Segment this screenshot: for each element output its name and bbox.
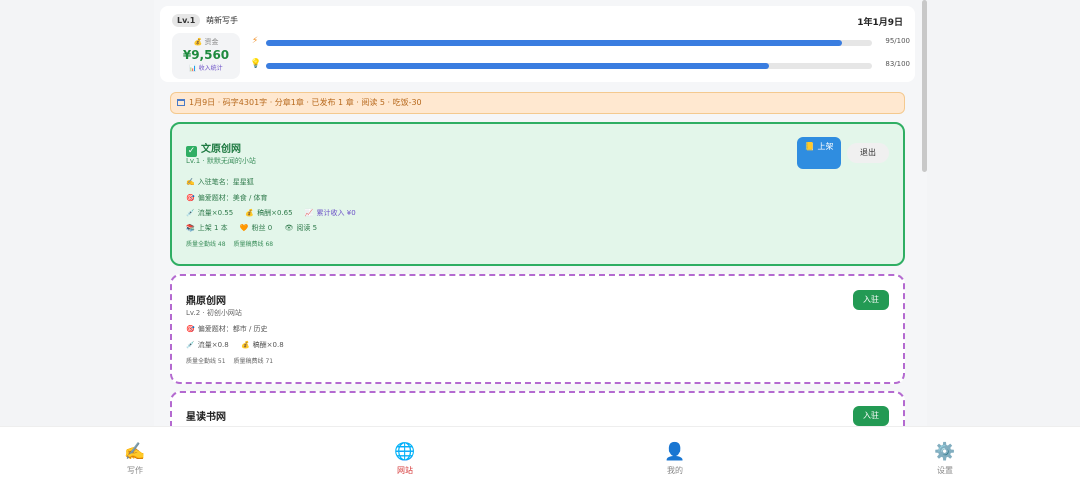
game-date: 1年1月9日 [857, 18, 903, 28]
level-badge: Lv.1 [172, 14, 201, 27]
quality-thresholds: 质量全勤线 48 质量稿费线 68 [186, 241, 274, 248]
energy-value: 95/100 [885, 37, 910, 45]
site-card-joined: ✓ 文原创网 Lv.1 · 默默无闻的小站 ✍️ 入驻笔名：星星狐 🎯 偏爱题材：美食… [170, 122, 905, 266]
gear-icon: ⚙️ [934, 442, 956, 462]
site-name: 星读书网 [186, 412, 226, 423]
bottom-nav: ✍️ 写作 🌐 网站 👤 我的 ⚙️ 设置 [0, 426, 1080, 489]
target-icon: 🎯 [186, 325, 195, 333]
nav-item-settings[interactable]: ⚙️ 设置 [915, 441, 975, 476]
energy-bar-row: ⚡ 95/100 [250, 36, 910, 49]
site-card-available: 鼎原创网 Lv.2 · 初创小网站 🎯 偏爱题材：都市 / 历史 💉 流量×0.8 … [170, 274, 905, 384]
lightning-icon: ⚡ [251, 36, 259, 46]
nav-item-profile[interactable]: 👤 我的 [645, 441, 705, 476]
shelf-button[interactable]: 📒 上架 [797, 137, 841, 169]
site-subtitle: Lv.2 · 初创小网站 [186, 309, 242, 317]
nav-item-sites[interactable]: 🌐 网站 [375, 441, 435, 476]
inspiration-value: 83/100 [885, 60, 910, 68]
user-icon: 👤 [664, 442, 686, 462]
site-card-available: 星读书网 入驻 [170, 391, 905, 426]
site-name: ✓ 文原创网 [186, 144, 241, 157]
rates-line: 💉 流量×0.8 💰 稿酬×0.8 [186, 341, 284, 349]
books-icon: 📚 [186, 224, 195, 232]
pen-name-line: ✍️ 入驻笔名：星星狐 [186, 178, 254, 186]
globe-icon: 🌐 [394, 442, 416, 462]
writing-hand-icon: ✍️ [124, 442, 146, 462]
target-icon: 🎯 [186, 194, 195, 202]
nav-label: 网站 [397, 466, 413, 475]
main-scroll-area[interactable]: Lv.1 萌新写手 1年1月9日 💰 资金 ¥9,560 📊 收入统计 ⚡ 95… [154, 0, 927, 426]
topics-line: 🎯 偏爱题材：都市 / 历史 [186, 325, 268, 333]
lightbulb-icon: 💡 [250, 59, 262, 69]
nav-item-writing[interactable]: ✍️ 写作 [105, 441, 165, 476]
energy-bar-track [266, 40, 872, 46]
writing-hand-icon: ✍️ [186, 178, 195, 186]
daily-summary-text: 1月9日 · 码字4301字 · 分章1章 · 已发布 1 章 · 阅读 5 ·… [189, 98, 422, 107]
quality-thresholds: 质量全勤线 51 质量稿费线 71 [186, 358, 274, 365]
player-title: 萌新写手 [206, 16, 238, 25]
income-stats-link[interactable]: 📊 收入统计 [172, 63, 240, 72]
inspiration-bar-track [266, 63, 872, 69]
money-value: ¥9,560 [182, 48, 230, 62]
fans-icon: 🧡 [239, 224, 249, 232]
money-bag-icon: 💰 [240, 341, 250, 349]
energy-bar-fill [266, 40, 842, 46]
status-header: Lv.1 萌新写手 1年1月9日 💰 资金 ¥9,560 📊 收入统计 ⚡ 95… [160, 6, 915, 82]
book-icon: 📒 [804, 142, 815, 151]
scrollbar-thumb[interactable] [922, 0, 927, 172]
exit-site-button[interactable]: 退出 [847, 143, 889, 163]
syringe-icon: 💉 [186, 209, 195, 217]
rates-line: 💉 流量×0.55 💰 稿酬×0.65 📈 累计收入 ¥0 [186, 209, 356, 217]
join-site-button[interactable]: 入驻 [853, 406, 889, 426]
money-label: 💰 资金 [193, 38, 219, 46]
calendar-icon [177, 99, 185, 106]
inspiration-bar-row: 💡 83/100 [250, 59, 910, 72]
topics-line: 🎯 偏爱题材：美食 / 体育 [186, 194, 268, 202]
money-bag-icon: 💰 [245, 209, 255, 217]
syringe-icon: 💉 [186, 341, 195, 349]
site-subtitle: Lv.1 · 默默无闻的小站 [186, 157, 256, 165]
inspiration-bar-fill [266, 63, 769, 69]
eye-icon: 👁 [284, 224, 294, 232]
stats-line: 📚 上架 1 本 🧡 粉丝 0 👁 阅读 5 [186, 224, 318, 232]
nav-label: 设置 [937, 466, 953, 475]
money-panel: 💰 资金 ¥9,560 📊 收入统计 [172, 33, 240, 79]
nav-label: 我的 [667, 466, 683, 475]
join-site-button[interactable]: 入驻 [853, 290, 889, 310]
nav-label: 写作 [127, 466, 143, 475]
site-name: 鼎原创网 [186, 296, 226, 307]
chart-icon: 📈 [304, 209, 314, 217]
daily-summary-banner: 1月9日 · 码字4301字 · 分章1章 · 已发布 1 章 · 阅读 5 ·… [170, 92, 905, 114]
